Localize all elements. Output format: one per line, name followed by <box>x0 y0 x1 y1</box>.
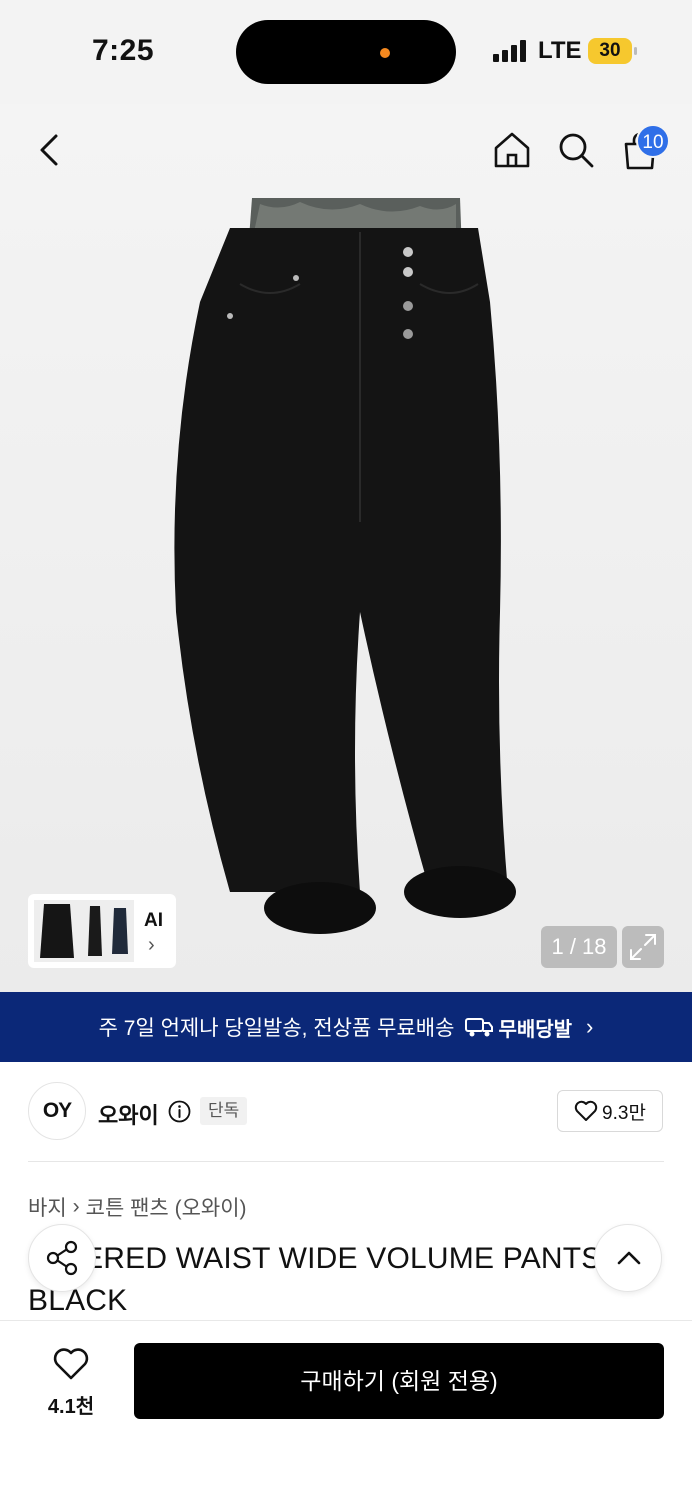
breadcrumb: 바지 › 코튼 팬츠 (오와이) <box>28 1192 247 1222</box>
chevron-right-icon: › <box>148 934 155 956</box>
thumbnail-strip <box>34 900 134 962</box>
home-icon[interactable] <box>490 128 534 172</box>
exclusive-badge: 단독 <box>200 1097 248 1125</box>
scroll-top-button[interactable] <box>594 1224 662 1292</box>
product-gallery[interactable]: 10 AI › 1 / 18 <box>0 104 692 992</box>
heart-icon <box>53 1348 89 1380</box>
banner-logo-text: 무배당발 <box>498 1018 573 1041</box>
dynamic-island <box>236 20 456 84</box>
chevron-up-icon <box>617 1251 641 1265</box>
banner-text: 주 7일 언제나 당일발송, 전상품 무료배송 <box>98 1017 455 1040</box>
status-time: 7:25 <box>92 34 155 67</box>
network-type: LTE <box>538 37 582 64</box>
product-title: LAYERED WAIST WIDE VOLUME PANTS BLACK <box>28 1242 602 1317</box>
brand-like-button[interactable]: 9.3만 <box>557 1090 663 1132</box>
info-icon[interactable] <box>168 1100 191 1123</box>
brand-name[interactable]: 오와이 <box>98 1098 159 1130</box>
share-button[interactable] <box>28 1224 96 1292</box>
breadcrumb-item[interactable]: 코튼 팬츠 (오와이) <box>86 1192 247 1222</box>
expand-icon[interactable] <box>622 926 664 968</box>
product-image <box>174 198 516 934</box>
brand-like-count: 9.3만 <box>602 1102 646 1124</box>
recording-indicator <box>380 48 390 58</box>
status-bar: 7:25 LTE 30 <box>0 0 692 104</box>
delivery-truck-icon <box>465 1018 494 1037</box>
breadcrumb-item[interactable]: 바지 <box>28 1192 67 1222</box>
breadcrumb-separator: › <box>72 1195 80 1218</box>
ai-label: AI <box>144 910 163 931</box>
buy-button[interactable]: 구매하기 (회원 전용) <box>134 1343 664 1419</box>
battery-icon: 30 <box>588 38 632 64</box>
heart-icon <box>574 1100 598 1121</box>
delivery-banner[interactable]: 주 7일 언제나 당일발송, 전상품 무료배송 무배당발 › <box>0 992 692 1062</box>
wishlist-button[interactable]: 4.1천 <box>40 1347 102 1418</box>
banner-logo: 무배당발 <box>464 1013 572 1042</box>
brand-logo[interactable]: OY <box>28 1082 86 1140</box>
wishlist-count: 4.1천 <box>47 1396 95 1418</box>
back-arrow-icon[interactable] <box>30 130 70 170</box>
chevron-right-icon: › <box>586 1014 594 1039</box>
battery-tip <box>634 47 637 55</box>
signal-icon <box>493 40 529 62</box>
image-counter: 1 / 18 <box>541 926 617 968</box>
divider <box>28 1161 664 1162</box>
ai-similar-card[interactable]: AI › <box>28 894 176 968</box>
cart-count-badge: 10 <box>636 124 670 158</box>
purchase-bar: 4.1천 구매하기 (회원 전용) <box>0 1320 692 1500</box>
share-icon <box>46 1240 78 1276</box>
search-icon[interactable] <box>554 128 598 172</box>
